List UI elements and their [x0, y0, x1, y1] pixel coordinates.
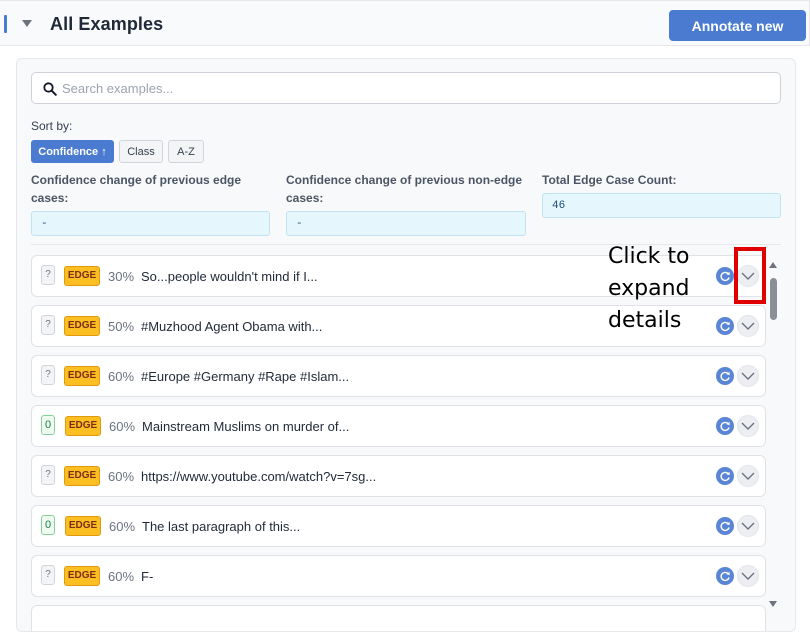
sort-az-button[interactable]: A-Z [168, 140, 204, 163]
example-text: #Europe #Germany #Rape #Islam... [141, 369, 350, 384]
refresh-icon[interactable] [716, 467, 734, 485]
callout-text: Click to expand details [608, 241, 728, 337]
confidence-value: 60% [108, 369, 135, 384]
chevron-down-icon[interactable] [737, 365, 759, 387]
example-text: The last paragraph of this... [142, 519, 301, 534]
example-text: Mainstream Muslims on murder of... [142, 419, 350, 434]
confidence-value: 60% [108, 569, 135, 584]
chevron-down-icon[interactable] [737, 315, 759, 337]
example-row[interactable]: ? EDGE 60% https://www.youtube.com/watch… [31, 455, 766, 497]
edge-change-label: Confidence change of previous edge cases… [31, 173, 242, 205]
chevron-down-icon[interactable] [737, 515, 759, 537]
example-row-partial[interactable] [31, 605, 766, 631]
example-text: https://www.youtube.com/watch?v=7sg... [141, 469, 377, 484]
label-badge: ? [41, 465, 55, 485]
label-badge: ? [41, 565, 55, 585]
example-row[interactable]: 0 EDGE 60% The last paragraph of this... [31, 505, 766, 547]
edge-badge: EDGE [64, 466, 100, 486]
edge-count-value: 46 [542, 193, 781, 218]
scrollbar-thumb[interactable] [770, 278, 777, 320]
section-header: All Examples Annotate new [0, 0, 810, 46]
section-title: All Examples [50, 14, 164, 34]
example-row[interactable]: ? EDGE 60% F- [31, 555, 766, 597]
chevron-down-icon[interactable] [737, 465, 759, 487]
callout-line: Click to [608, 244, 690, 269]
sort-confidence-button[interactable]: Confidence ↑ [31, 140, 114, 163]
label-badge: ? [41, 265, 55, 285]
edge-badge: EDGE [64, 316, 100, 336]
chevron-down-icon[interactable] [737, 415, 759, 437]
example-text: F- [141, 569, 154, 584]
section-accent-bar [4, 15, 7, 33]
refresh-icon[interactable] [716, 567, 734, 585]
refresh-icon[interactable] [716, 367, 734, 385]
scroll-down-arrow[interactable] [769, 601, 777, 607]
example-row[interactable]: ? EDGE 60% #Europe #Germany #Rape #Islam… [31, 355, 766, 397]
collapse-caret-icon[interactable] [22, 20, 32, 27]
edge-badge: EDGE [64, 566, 100, 586]
search-box[interactable] [31, 72, 781, 104]
edge-count-label: Total Edge Case Count: [542, 173, 677, 187]
sort-class-button[interactable]: Class [119, 140, 163, 163]
sort-label: Sort by: [31, 119, 73, 133]
confidence-value: 60% [109, 519, 136, 534]
confidence-value: 60% [108, 469, 135, 484]
confidence-value: 60% [109, 419, 136, 434]
label-badge: 0 [41, 415, 55, 435]
edge-change-value: - [31, 211, 270, 236]
confidence-value: 30% [108, 269, 135, 284]
nonedge-change-label: Confidence change of previous non-edge c… [286, 173, 523, 205]
nonedge-change-value: - [286, 211, 526, 236]
callout-line: details [608, 308, 682, 333]
refresh-icon[interactable] [716, 417, 734, 435]
label-badge: ? [41, 365, 55, 385]
label-badge: 0 [41, 515, 55, 535]
label-badge: ? [41, 315, 55, 335]
example-text: #Muzhood Agent Obama with... [141, 319, 323, 334]
edge-badge: EDGE [64, 366, 100, 386]
edge-badge: EDGE [65, 416, 101, 436]
annotate-new-button[interactable]: Annotate new [669, 10, 806, 41]
confidence-value: 50% [108, 319, 135, 334]
example-text: So...people wouldn't mind if I... [141, 269, 318, 284]
chevron-down-icon[interactable] [737, 565, 759, 587]
scroll-up-arrow[interactable] [769, 262, 777, 268]
edge-badge: EDGE [64, 266, 100, 286]
callout-line: expand [608, 276, 690, 301]
search-icon [43, 82, 57, 96]
edge-badge: EDGE [65, 516, 101, 536]
callout-highlight-box [734, 247, 766, 304]
example-row[interactable]: 0 EDGE 60% Mainstream Muslims on murder … [31, 405, 766, 447]
refresh-icon[interactable] [716, 517, 734, 535]
search-input[interactable] [62, 74, 762, 102]
